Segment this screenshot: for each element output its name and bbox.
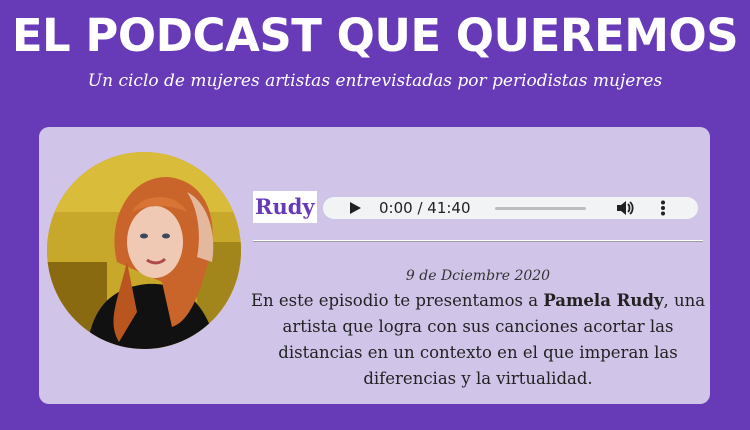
- description-text-start: En este episodio te presentamos a: [250, 291, 544, 310]
- description-artist-name: Pamela Rudy: [543, 291, 664, 310]
- episode-avatar: [47, 152, 241, 349]
- play-icon[interactable]: [348, 201, 362, 215]
- more-icon[interactable]: [660, 200, 666, 216]
- page-subtitle: Un ciclo de mujeres artistas entrevistad…: [87, 71, 663, 91]
- player-time: 0:00 / 41:40: [379, 199, 471, 217]
- episode-date: 9 de Dciembre 2020: [405, 268, 551, 284]
- player-progress-bar[interactable]: [495, 207, 586, 210]
- episode-description: En este episodio te presentamos a Pamela…: [243, 288, 713, 392]
- page-title: EL PODCAST QUE QUEREMOS: [11, 9, 739, 62]
- volume-icon[interactable]: [616, 200, 634, 216]
- audio-player[interactable]: 0:00 / 41:40: [323, 197, 698, 219]
- portrait-photo: [47, 152, 241, 349]
- episode-name: Rudy: [253, 191, 317, 223]
- episode-card: Rudy 0:00 / 41:40 9 de Dciembre 2020 En …: [39, 127, 710, 404]
- divider: [253, 240, 703, 242]
